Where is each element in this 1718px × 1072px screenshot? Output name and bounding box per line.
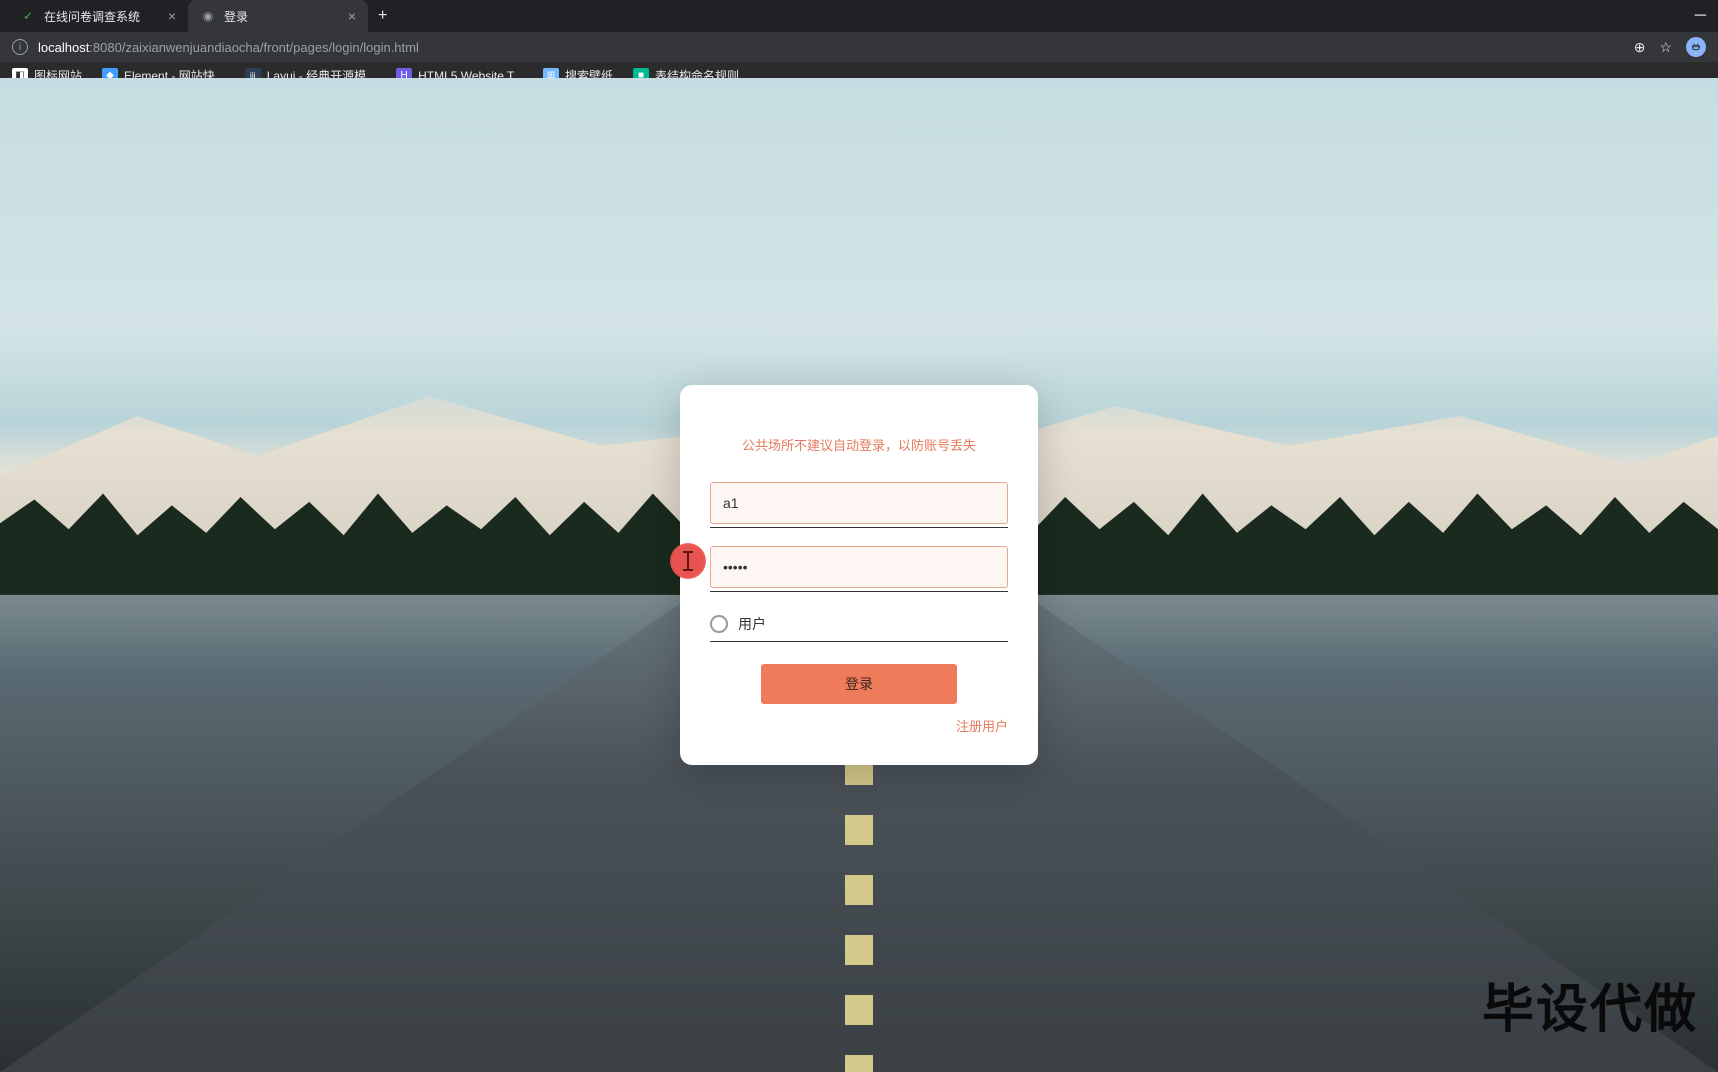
address-bar: i localhost:8080/zaixianwenjuandiaocha/f…: [0, 32, 1718, 62]
password-input[interactable]: [710, 546, 1008, 588]
url-path: :8080/zaixianwenjuandiaocha/front/pages/…: [89, 40, 419, 55]
profile-icon[interactable]: ඏ: [1686, 37, 1706, 57]
close-icon[interactable]: ×: [168, 8, 176, 24]
role-radio-label: 用户: [738, 614, 766, 634]
tab-title: 登录: [224, 8, 248, 25]
username-input[interactable]: [710, 482, 1008, 524]
tab-title: 在线问卷调查系统: [44, 8, 140, 25]
minimize-icon[interactable]: ─: [1695, 7, 1706, 25]
warning-text: 公共场所不建议自动登录，以防账号丢失: [710, 435, 1008, 454]
new-tab-button[interactable]: +: [368, 7, 397, 25]
role-group: 用户: [710, 610, 1008, 642]
zoom-icon[interactable]: ⊕: [1634, 39, 1646, 56]
password-group: [710, 546, 1008, 592]
page-content: 公共场所不建议自动登录，以防账号丢失 用户 登录 注册用户 毕设代做: [0, 78, 1718, 1072]
register-link[interactable]: 注册用户: [710, 716, 1008, 735]
url-input[interactable]: localhost:8080/zaixianwenjuandiaocha/fro…: [38, 40, 1624, 55]
star-icon[interactable]: ☆: [1659, 39, 1672, 56]
role-radio-group: 用户: [710, 610, 1008, 638]
login-button[interactable]: 登录: [761, 664, 957, 704]
globe-icon: ◉: [200, 8, 216, 24]
tab-favicon-icon: ✓: [20, 8, 36, 24]
close-icon[interactable]: ×: [348, 8, 356, 24]
role-radio-user[interactable]: [710, 615, 728, 633]
window-controls: ─: [1695, 7, 1718, 25]
login-card: 公共场所不建议自动登录，以防账号丢失 用户 登录 注册用户: [680, 385, 1038, 765]
tab-bar: ✓ 在线问卷调查系统 × ◉ 登录 × + ─: [0, 0, 1718, 32]
watermark-text: 毕设代做: [1482, 967, 1698, 1042]
tab-survey-system[interactable]: ✓ 在线问卷调查系统 ×: [8, 0, 188, 32]
username-group: [710, 482, 1008, 528]
tab-login[interactable]: ◉ 登录 ×: [188, 0, 368, 32]
site-info-icon[interactable]: i: [12, 39, 28, 55]
browser-chrome: ✓ 在线问卷调查系统 × ◉ 登录 × + ─ i localhost:8080…: [0, 0, 1718, 78]
url-host: localhost: [38, 40, 89, 55]
